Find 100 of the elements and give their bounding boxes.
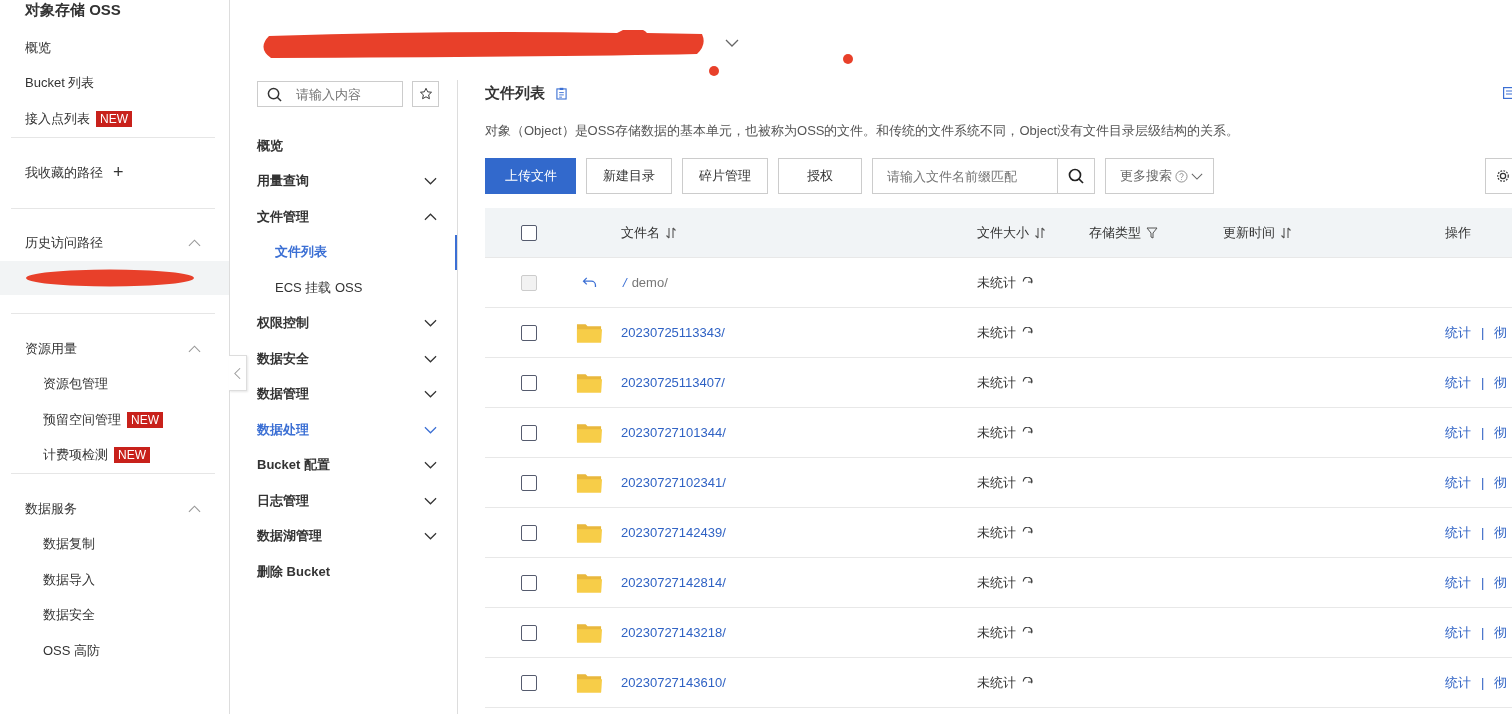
- action-separator: |: [1481, 325, 1485, 340]
- parent-folder-name: demo/: [631, 275, 668, 290]
- folder-link[interactable]: 20230727142439/: [621, 525, 726, 540]
- action-link[interactable]: 统计: [1445, 373, 1471, 392]
- search-button[interactable]: [1058, 158, 1095, 194]
- action-separator: |: [1481, 675, 1485, 690]
- nav-item[interactable]: 概览: [257, 128, 439, 164]
- size-text: 未统计: [977, 373, 1016, 392]
- sidebar-item[interactable]: 预留空间管理 NEW: [0, 402, 229, 438]
- checkbox[interactable]: [521, 374, 537, 391]
- action-link[interactable]: 彻: [1494, 423, 1508, 442]
- checkbox[interactable]: [521, 524, 537, 541]
- help-icon: [1175, 169, 1188, 183]
- size-text: 未统计: [977, 423, 1016, 442]
- action-link[interactable]: 彻: [1494, 623, 1508, 642]
- folder-link[interactable]: 20230725113407/: [621, 375, 725, 390]
- checkbox[interactable]: [521, 474, 537, 491]
- size-text: 未统计: [977, 673, 1016, 692]
- column-header: 文件名: [621, 223, 660, 242]
- group-label[interactable]: 历史访问路径: [25, 234, 103, 253]
- description-text: 对象（Object）是OSS存储数据的基本单元，也被称为OSS的文件。和传统的文件系统不同，Object没有文件目录层级结构的关系。: [485, 122, 1241, 140]
- filename-search-field[interactable]: 请输入文件名前缀匹配: [872, 158, 1058, 194]
- action-link[interactable]: 彻: [1494, 323, 1508, 342]
- nav-subitem[interactable]: 文件列表: [257, 234, 457, 270]
- chevron-left-icon: [234, 366, 241, 380]
- action-link[interactable]: 统计: [1445, 423, 1471, 442]
- size-text: 未统计: [977, 623, 1016, 642]
- folder-link[interactable]: 20230727101344/: [621, 425, 726, 440]
- search-field[interactable]: 请输入内容: [257, 81, 403, 107]
- action-link[interactable]: 统计: [1445, 473, 1471, 492]
- clipboard-icon[interactable]: [556, 86, 567, 100]
- dropdown-icon[interactable]: [725, 39, 739, 47]
- action-link[interactable]: 彻: [1494, 573, 1508, 592]
- folder-icon: [575, 671, 603, 694]
- more-search-dropdown[interactable]: 更多搜索: [1105, 158, 1214, 194]
- chevron-icon[interactable]: [188, 504, 201, 513]
- checkbox[interactable]: [521, 324, 537, 341]
- folder-link[interactable]: 20230725113343/: [621, 325, 725, 340]
- nav-item[interactable]: 文件管理: [257, 199, 439, 235]
- action-link[interactable]: 统计: [1445, 323, 1471, 342]
- toolbar-button[interactable]: 新建目录: [586, 158, 672, 194]
- nav-item[interactable]: 权限控制: [257, 305, 439, 341]
- checkbox[interactable]: [521, 224, 537, 241]
- column-header: 文件大小: [977, 223, 1029, 242]
- nav-item[interactable]: 数据管理: [257, 376, 439, 412]
- action-link[interactable]: 彻: [1494, 523, 1508, 542]
- sort-icon[interactable]: [1034, 226, 1046, 239]
- nav-subitem[interactable]: ECS 挂载 OSS: [257, 270, 457, 306]
- settings-button[interactable]: [1485, 158, 1512, 194]
- folder-icon: [575, 521, 603, 544]
- column-header: 更新时间: [1223, 223, 1275, 242]
- action-link[interactable]: 统计: [1445, 523, 1471, 542]
- toolbar-button[interactable]: 上传文件: [485, 158, 576, 194]
- nav-item[interactable]: 数据安全: [257, 341, 439, 377]
- folder-link[interactable]: 20230727143218/: [621, 625, 726, 640]
- add-icon[interactable]: +: [113, 162, 124, 183]
- sidebar-item[interactable]: 接入点列表 NEW: [0, 101, 229, 137]
- checkbox[interactable]: [521, 574, 537, 591]
- toolbar-button[interactable]: 碎片管理: [682, 158, 768, 194]
- group-label[interactable]: 数据服务: [25, 499, 77, 518]
- sidebar-item[interactable]: 计费项检测 NEW: [0, 437, 229, 473]
- action-link[interactable]: 统计: [1445, 673, 1471, 692]
- folder-icon: [575, 421, 603, 444]
- folder-link[interactable]: 20230727102341/: [621, 475, 726, 490]
- toolbar-button[interactable]: 授权: [778, 158, 862, 194]
- action-link[interactable]: 彻: [1494, 473, 1508, 492]
- favorites-label[interactable]: 我收藏的路径: [25, 163, 103, 182]
- sidebar-item[interactable]: 概览: [0, 30, 229, 66]
- action-link[interactable]: 彻: [1494, 673, 1508, 692]
- sidebar-item[interactable]: 数据安全: [0, 597, 229, 633]
- nav-item[interactable]: 数据湖管理: [257, 518, 439, 554]
- sort-icon[interactable]: [1280, 226, 1292, 239]
- sort-icon[interactable]: [665, 226, 677, 239]
- path-separator: /: [623, 275, 627, 290]
- sidebar-item[interactable]: 资源包管理: [0, 366, 229, 402]
- checkbox[interactable]: [521, 624, 537, 641]
- nav-item[interactable]: 数据处理: [257, 412, 439, 448]
- product-title: 对象存储 OSS: [24, 0, 122, 20]
- return-icon[interactable]: [581, 277, 597, 288]
- checkbox[interactable]: [521, 424, 537, 441]
- action-link[interactable]: 统计: [1445, 573, 1471, 592]
- action-link[interactable]: 彻: [1494, 373, 1508, 392]
- nav-item[interactable]: 用量查询: [257, 163, 439, 199]
- sidebar-item[interactable]: 数据复制: [0, 526, 229, 562]
- sidebar-item[interactable]: 数据导入: [0, 562, 229, 598]
- checkbox[interactable]: [521, 674, 537, 691]
- filter-icon[interactable]: [1146, 226, 1158, 239]
- star-icon: [418, 87, 433, 101]
- action-separator: |: [1481, 575, 1485, 590]
- nav-item[interactable]: 日志管理: [257, 483, 439, 519]
- action-separator: |: [1481, 425, 1485, 440]
- action-link[interactable]: 统计: [1445, 623, 1471, 642]
- sidebar-item[interactable]: OSS 高防: [0, 633, 229, 669]
- folder-link[interactable]: 20230727142814/: [621, 575, 726, 590]
- nav-item[interactable]: Bucket 配置: [257, 447, 439, 483]
- sidebar-item[interactable]: Bucket 列表: [0, 65, 229, 101]
- folder-link[interactable]: 20230727143610/: [621, 675, 726, 690]
- group-label[interactable]: 资源用量: [25, 339, 77, 358]
- favorite-button[interactable]: [412, 81, 439, 107]
- nav-item[interactable]: 删除 Bucket: [257, 554, 439, 590]
